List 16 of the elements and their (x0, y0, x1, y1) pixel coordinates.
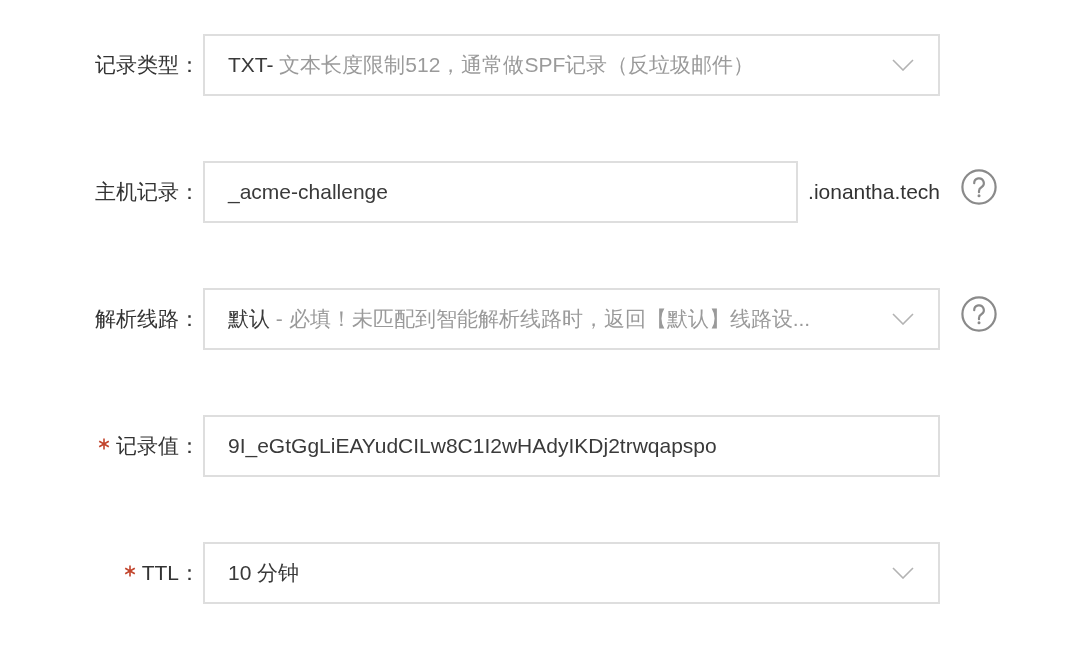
domain-suffix: .ionantha.tech (808, 180, 940, 204)
text-input[interactable]: 9I_eGtGgLiEAYudCILw8C1I2wHAdyIKDj2trwqapspo (203, 415, 940, 477)
field-label: 记录类型： (95, 52, 200, 78)
dropdown[interactable]: 10 分钟 (203, 542, 940, 604)
field-label: TTL： (141, 560, 200, 586)
field-label: 主机记录： (95, 179, 200, 205)
help-icon[interactable] (961, 169, 997, 205)
chevron-down-icon (892, 59, 914, 71)
chevron-down-icon (892, 567, 914, 579)
dropdown[interactable]: TXT- 文本长度限制512，通常做SPF记录（反垃圾邮件） (203, 34, 940, 96)
dropdown[interactable]: 默认 - 必填！未匹配到智能解析线路时，返回【默认】线路设... (203, 288, 940, 350)
field-label: 解析线路： (95, 306, 200, 332)
chevron-down-icon (892, 313, 914, 325)
help-icon[interactable] (961, 296, 997, 332)
field-label: 记录值： (116, 433, 200, 459)
text-input[interactable]: _acme-challenge (203, 161, 799, 223)
